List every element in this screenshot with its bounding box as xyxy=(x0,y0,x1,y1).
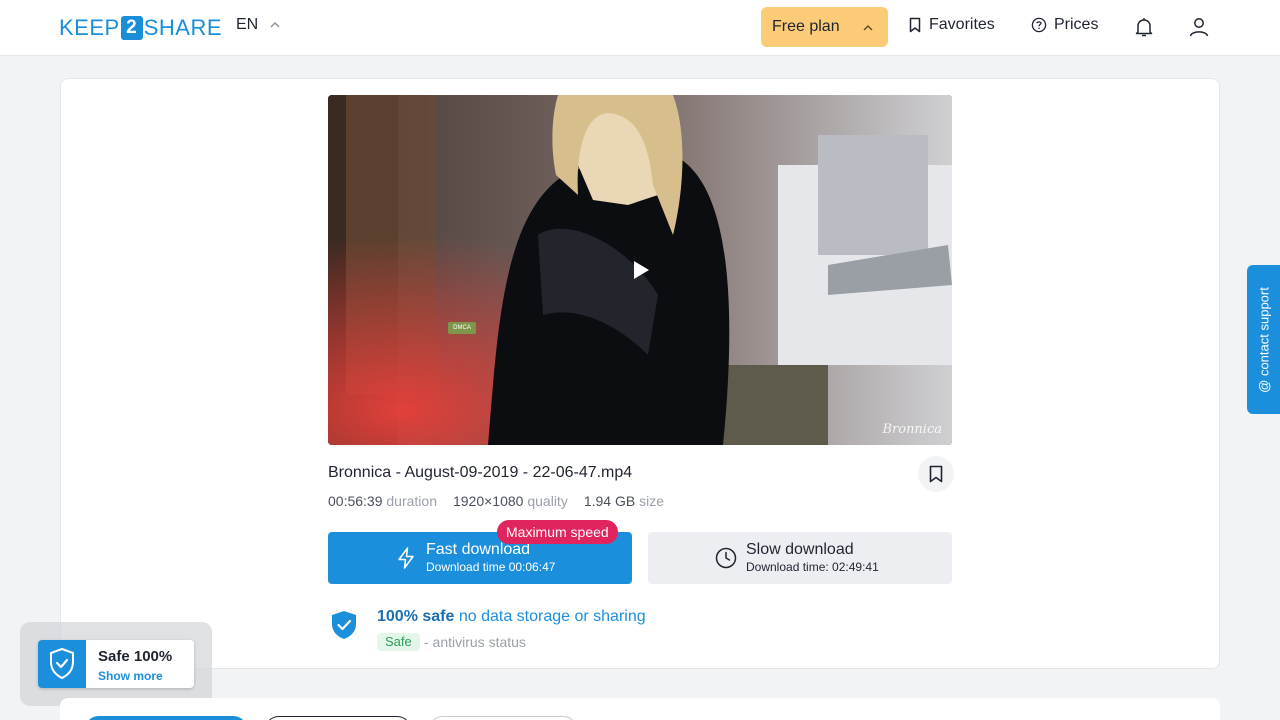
top-navigation-bar: KEEP 2 SHARE EN Free plan Favorites Prices xyxy=(0,0,1280,56)
section-tab-2[interactable] xyxy=(264,716,412,720)
size-info: 1.94 GB size xyxy=(583,493,664,509)
clock-icon xyxy=(715,547,737,569)
question-circle-icon xyxy=(1031,17,1047,33)
prices-label: Prices xyxy=(1054,16,1099,33)
slow-download-label: Slow download xyxy=(746,541,854,558)
preview-watermark: Bronnica xyxy=(882,422,942,437)
quality-info: 1920×1080 quality xyxy=(452,493,568,509)
safe-widget-card: Safe 100% Show more xyxy=(38,640,194,688)
add-to-favorites-button[interactable] xyxy=(918,456,954,492)
safe-widget[interactable]: Safe 100% Show more xyxy=(20,622,212,706)
plan-dropdown-button[interactable]: Free plan xyxy=(761,7,888,47)
file-meta: 00:56:39 duration 1920×1080 quality 1.94… xyxy=(328,493,664,509)
play-icon[interactable] xyxy=(631,259,651,281)
favorites-label: Favorites xyxy=(929,16,995,33)
slow-download-time: Download time: 02:49:41 xyxy=(746,560,879,574)
lightning-icon xyxy=(398,547,414,569)
bell-icon[interactable] xyxy=(1132,15,1156,39)
section-tab-3[interactable] xyxy=(428,716,578,720)
language-selector[interactable]: EN xyxy=(236,16,280,34)
language-label: EN xyxy=(236,16,259,33)
user-icon[interactable] xyxy=(1187,15,1211,39)
site-logo[interactable]: KEEP 2 SHARE xyxy=(59,14,222,42)
logo-text-right: SHARE xyxy=(143,15,222,40)
safe-widget-title: Safe 100% xyxy=(98,648,173,665)
maximum-speed-badge: Maximum speed xyxy=(497,520,618,544)
antivirus-status-label: - antivirus status xyxy=(424,634,526,650)
bookmark-icon xyxy=(929,465,943,483)
logo-number: 2 xyxy=(120,16,143,40)
favorites-link[interactable]: Favorites xyxy=(908,16,995,34)
duration-info: 00:56:39 duration xyxy=(328,493,437,509)
safe-status-chip: Safe xyxy=(377,633,420,651)
file-name: Bronnica - August-09-2019 - 22-06-47.mp4 xyxy=(328,464,633,481)
safe-widget-show-more-link[interactable]: Show more xyxy=(98,669,163,683)
contact-support-tab[interactable]: @ contact support xyxy=(1247,265,1280,414)
video-preview[interactable]: DMCA Bronnica xyxy=(328,95,952,445)
slow-download-button[interactable]: Slow download Download time: 02:49:41 xyxy=(648,532,952,584)
shield-check-icon xyxy=(50,647,74,680)
prices-link[interactable]: Prices xyxy=(1031,16,1098,34)
logo-text-left: KEEP xyxy=(59,15,120,40)
shield-check-icon xyxy=(332,611,356,639)
chevron-up-icon xyxy=(270,22,280,28)
chevron-up-icon xyxy=(863,25,873,31)
safety-headline: 100% safe no data storage or sharing xyxy=(377,608,646,625)
fast-download-time: Download time 00:06:47 xyxy=(426,560,556,574)
section-tab-1[interactable] xyxy=(84,716,248,720)
safe-widget-shield-box xyxy=(38,640,86,688)
dmca-badge: DMCA xyxy=(448,322,476,334)
bottom-section xyxy=(60,698,1220,720)
contact-support-label: @ contact support xyxy=(1256,286,1271,393)
plan-label: Free plan xyxy=(772,18,840,35)
bookmark-icon xyxy=(909,17,921,33)
